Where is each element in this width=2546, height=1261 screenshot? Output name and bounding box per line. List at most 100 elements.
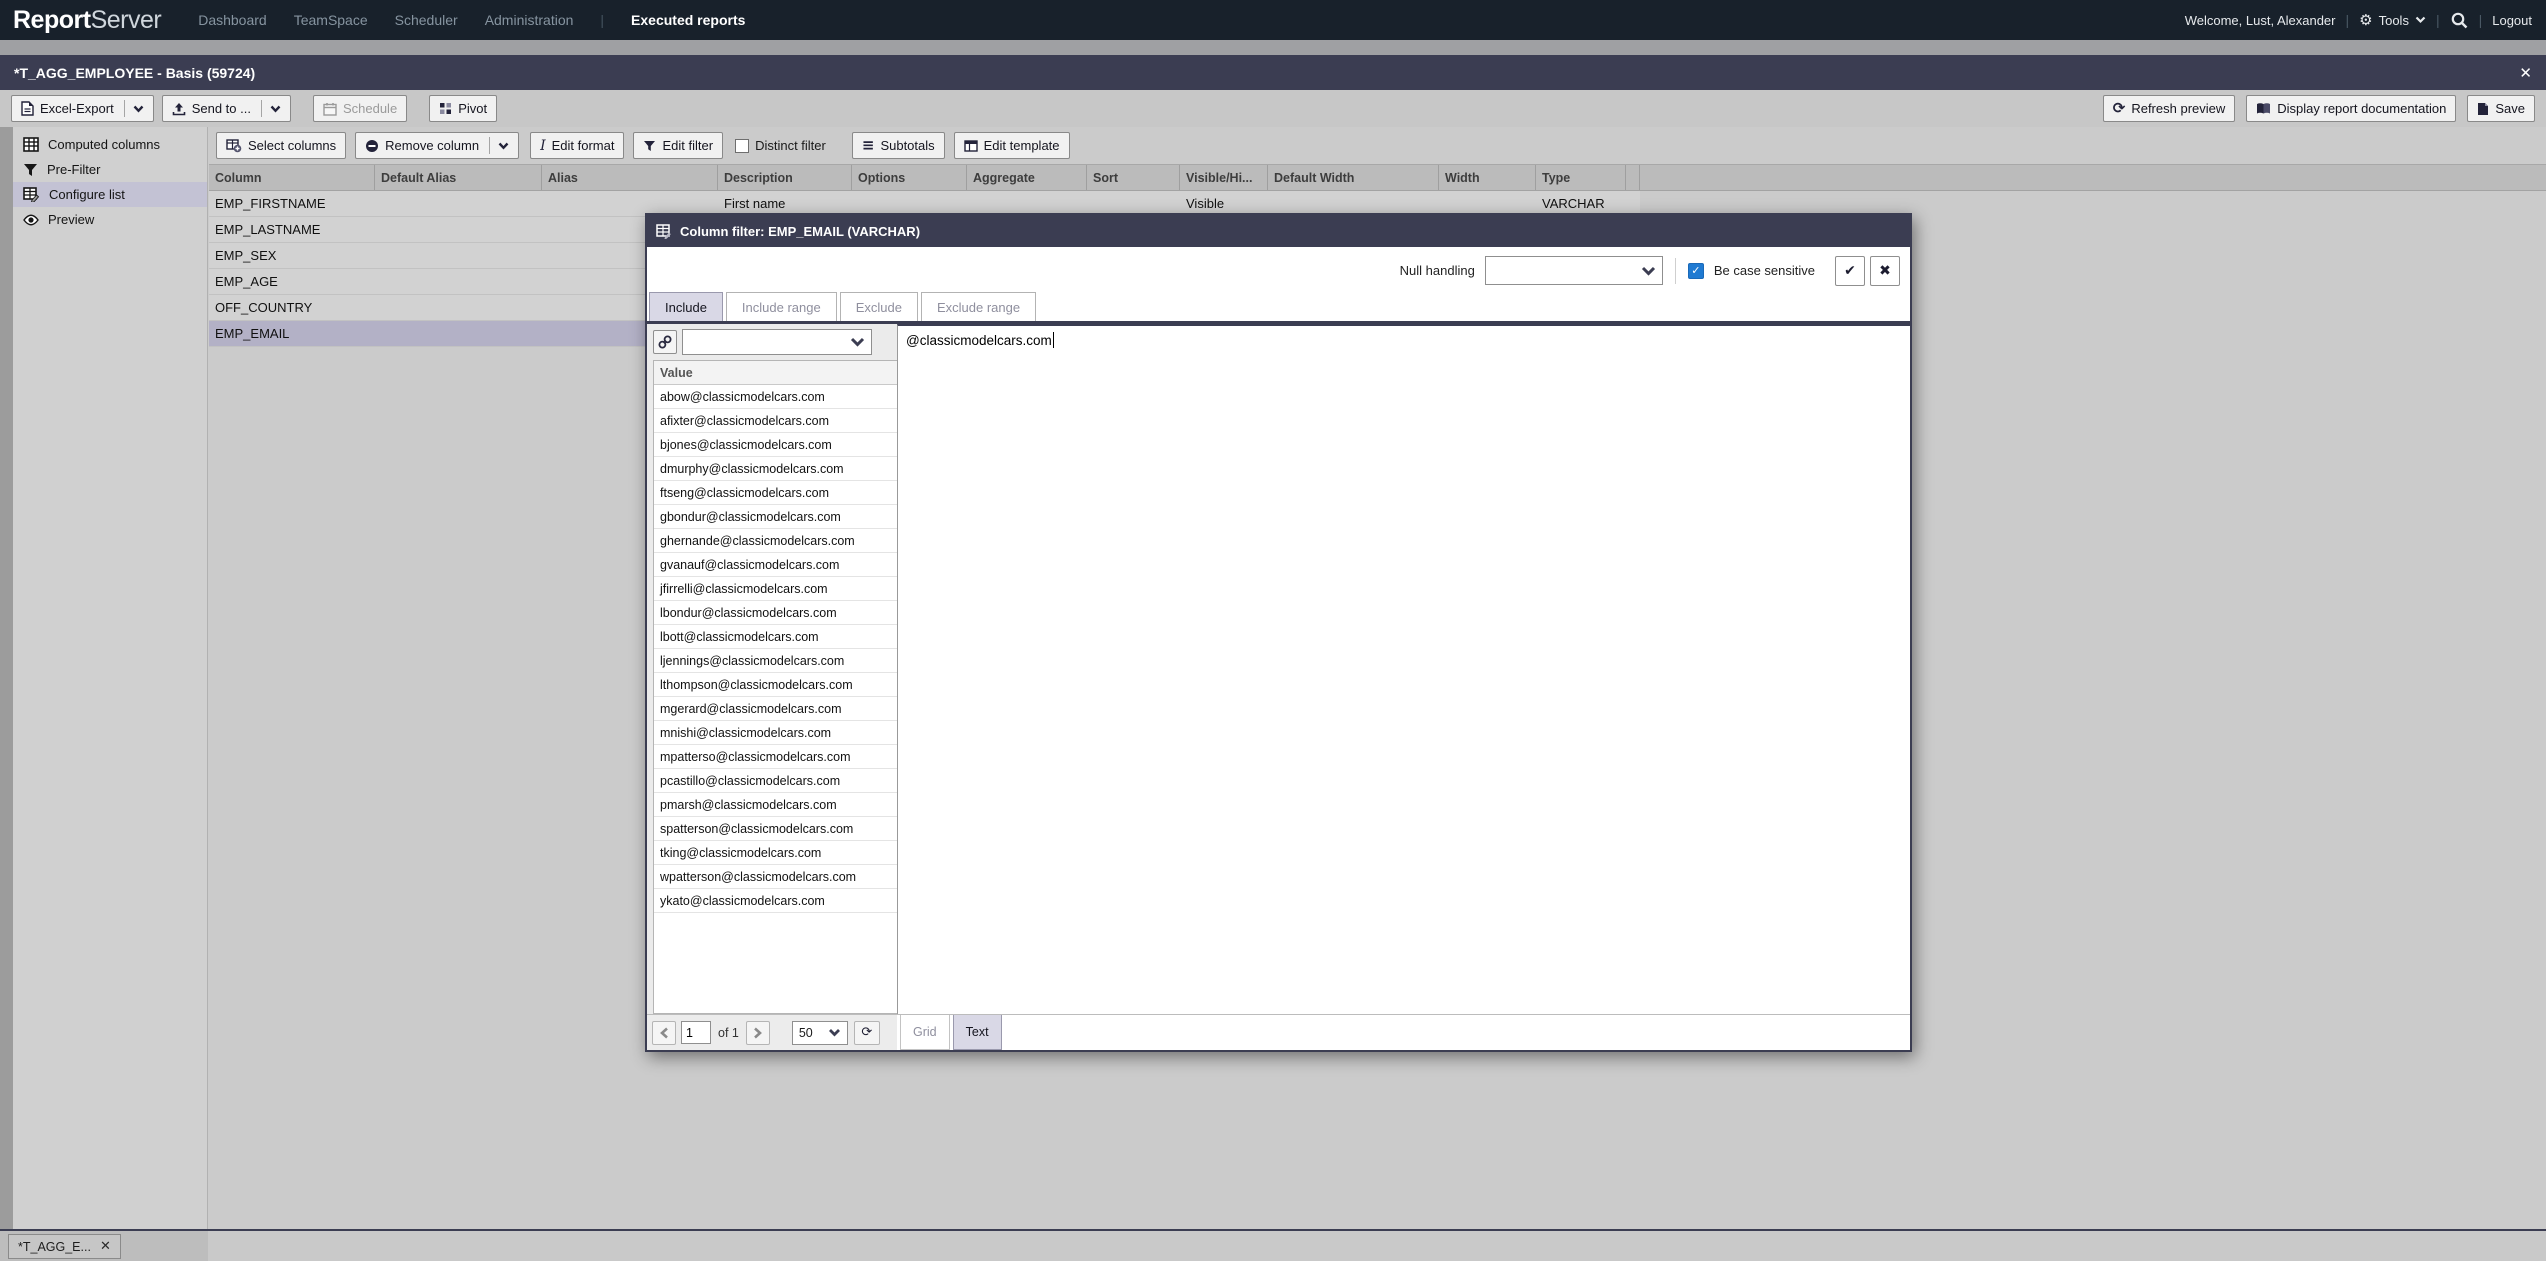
column-header[interactable]: Description — [718, 165, 852, 190]
page-number-input[interactable] — [681, 1021, 711, 1044]
value-list-item[interactable]: lbott@classicmodelcars.com — [654, 625, 897, 649]
chevron-left-icon — [660, 1027, 669, 1039]
edit-template-button[interactable]: Edit template — [954, 132, 1070, 159]
next-page-button[interactable] — [746, 1021, 770, 1045]
save-button[interactable]: Save — [2467, 95, 2535, 122]
pivot-button[interactable]: Pivot — [429, 95, 497, 122]
column-header[interactable]: Sort — [1087, 165, 1180, 190]
calendar-icon — [323, 102, 337, 116]
value-list-item[interactable]: afixter@classicmodelcars.com — [654, 409, 897, 433]
search-icon[interactable] — [2450, 11, 2469, 30]
value-list-item[interactable]: ljennings@classicmodelcars.com — [654, 649, 897, 673]
value-list-item[interactable]: abow@classicmodelcars.com — [654, 385, 897, 409]
values-grid-header[interactable]: Value — [654, 361, 897, 385]
value-list-item[interactable]: wpatterson@classicmodelcars.com — [654, 865, 897, 889]
column-header[interactable]: Visible/Hi... — [1180, 165, 1268, 190]
values-textarea[interactable]: @classicmodelcars.com — [897, 324, 1910, 1014]
send-to-button[interactable]: Send to ... — [162, 95, 291, 122]
value-list-item[interactable]: gbondur@classicmodelcars.com — [654, 505, 897, 529]
send-upload-icon — [172, 102, 186, 116]
filter-funnel-icon — [23, 163, 38, 177]
schedule-button[interactable]: Schedule — [313, 95, 407, 122]
sidebar-item-computed-columns[interactable]: Computed columns — [13, 132, 207, 157]
distinct-filter-label: Distinct filter — [755, 138, 826, 153]
column-header[interactable]: Column — [209, 165, 375, 190]
sidebar-item-pre-filter[interactable]: Pre-Filter — [13, 157, 207, 182]
previous-page-button[interactable] — [652, 1021, 676, 1045]
distinct-filter-checkbox[interactable]: Distinct filter — [732, 138, 829, 153]
column-header[interactable]: Type — [1536, 165, 1626, 190]
value-list-item[interactable]: bjones@classicmodelcars.com — [654, 433, 897, 457]
sidebar-item-label: Computed columns — [48, 137, 160, 152]
link-values-button[interactable] — [653, 330, 677, 354]
nav-separator: | — [2346, 12, 2350, 28]
close-report-icon[interactable]: ✕ — [2519, 64, 2532, 82]
excel-export-button[interactable]: Excel-Export — [11, 95, 154, 122]
cancel-filter-button[interactable]: ✖ — [1870, 256, 1900, 286]
chevron-down-icon[interactable] — [498, 142, 509, 150]
column-header[interactable]: Width — [1439, 165, 1536, 190]
tab-grid-view[interactable]: Grid — [900, 1015, 950, 1050]
tab-text-view[interactable]: Text — [953, 1015, 1002, 1050]
page-size-select[interactable]: 50 — [792, 1021, 848, 1045]
sidebar-item-configure-list[interactable]: Configure list — [13, 182, 207, 207]
nav-item-dashboard[interactable]: Dashboard — [198, 12, 267, 28]
tab-include[interactable]: Include — [649, 292, 723, 321]
value-list-item[interactable]: jfirrelli@classicmodelcars.com — [654, 577, 897, 601]
welcome-text: Welcome, Lust, Alexander — [2185, 13, 2336, 28]
value-list-item[interactable]: pmarsh@classicmodelcars.com — [654, 793, 897, 817]
nav-item-scheduler[interactable]: Scheduler — [395, 12, 458, 28]
column-header[interactable]: Alias — [542, 165, 718, 190]
value-list-item[interactable]: mpatterso@classicmodelcars.com — [654, 745, 897, 769]
value-list-item[interactable]: mgerard@classicmodelcars.com — [654, 697, 897, 721]
column-header-filler — [1640, 165, 2546, 190]
select-columns-button[interactable]: Select columns — [216, 132, 346, 159]
logout-link[interactable]: Logout — [2492, 13, 2532, 28]
null-handling-select[interactable] — [1485, 256, 1663, 285]
column-header[interactable]: Default Alias — [375, 165, 542, 190]
dialog-header[interactable]: Column filter: EMP_EMAIL (VARCHAR) — [647, 215, 1910, 247]
header-divider — [0, 40, 2546, 55]
configure-list-icon — [23, 187, 40, 202]
value-list-item[interactable]: ykato@classicmodelcars.com — [654, 889, 897, 913]
value-list-item[interactable]: lbondur@classicmodelcars.com — [654, 601, 897, 625]
sidebar-item-preview[interactable]: Preview — [13, 207, 207, 232]
column-header[interactable]: Options — [852, 165, 967, 190]
top-nav: ReportServer Dashboard TeamSpace Schedul… — [0, 0, 2546, 40]
apply-filter-button[interactable]: ✔ — [1835, 256, 1865, 286]
display-documentation-button[interactable]: Display report documentation — [2246, 95, 2456, 122]
send-to-label: Send to ... — [192, 101, 251, 116]
value-list-item[interactable]: spatterson@classicmodelcars.com — [654, 817, 897, 841]
nav-item-teamspace[interactable]: TeamSpace — [294, 12, 368, 28]
checkbox-unchecked-icon[interactable] — [735, 139, 749, 153]
values-search-combobox[interactable] — [682, 329, 872, 355]
nav-item-executed-reports[interactable]: Executed reports — [631, 12, 745, 28]
column-header[interactable]: Aggregate — [967, 165, 1087, 190]
value-list-item[interactable]: dmurphy@classicmodelcars.com — [654, 457, 897, 481]
tools-menu[interactable]: ⚙ Tools — [2359, 11, 2426, 29]
edit-format-button[interactable]: I Edit format — [530, 132, 624, 159]
remove-column-button[interactable]: Remove column — [355, 132, 519, 159]
value-list-item[interactable]: tking@classicmodelcars.com — [654, 841, 897, 865]
edit-filter-button[interactable]: Edit filter — [633, 132, 723, 159]
nav-item-administration[interactable]: Administration — [485, 12, 574, 28]
column-header[interactable]: Default Width — [1268, 165, 1439, 190]
value-list-item[interactable]: mnishi@classicmodelcars.com — [654, 721, 897, 745]
tab-exclude-range[interactable]: Exclude range — [921, 292, 1036, 321]
open-report-tab[interactable]: *T_AGG_E... ✕ — [8, 1234, 121, 1259]
subtotals-label: Subtotals — [880, 138, 934, 153]
value-list-item[interactable]: pcastillo@classicmodelcars.com — [654, 769, 897, 793]
refresh-preview-button[interactable]: ⟳ Refresh preview — [2103, 95, 2236, 122]
chevron-down-icon[interactable] — [133, 105, 144, 113]
tab-include-range[interactable]: Include range — [726, 292, 837, 321]
value-list-item[interactable]: ghernande@classicmodelcars.com — [654, 529, 897, 553]
tab-exclude[interactable]: Exclude — [840, 292, 918, 321]
case-sensitive-checkbox[interactable]: ✓ — [1688, 263, 1704, 279]
value-list-item[interactable]: lthompson@classicmodelcars.com — [654, 673, 897, 697]
chevron-down-icon[interactable] — [270, 105, 281, 113]
subtotals-button[interactable]: ≡ Subtotals — [852, 132, 945, 159]
close-tab-icon[interactable]: ✕ — [100, 1239, 111, 1254]
value-list-item[interactable]: gvanauf@classicmodelcars.com — [654, 553, 897, 577]
refresh-values-button[interactable]: ⟳ — [854, 1021, 880, 1045]
value-list-item[interactable]: ftseng@classicmodelcars.com — [654, 481, 897, 505]
